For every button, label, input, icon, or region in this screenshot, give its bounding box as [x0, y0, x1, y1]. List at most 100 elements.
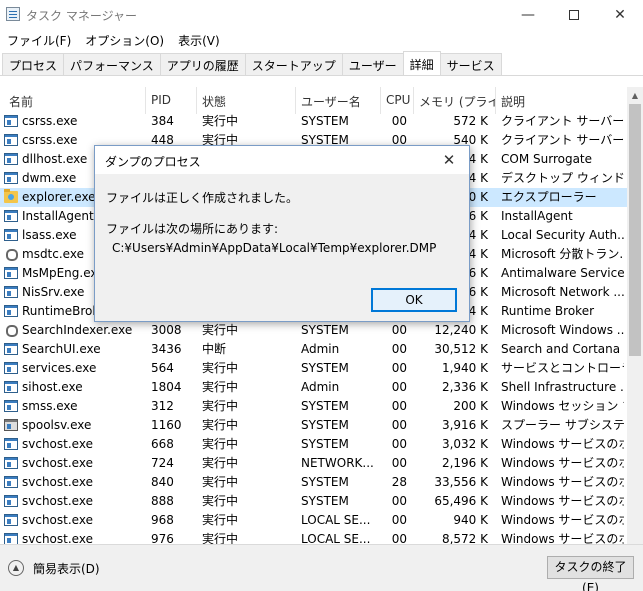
process-name-text: csrss.exe [22, 133, 78, 147]
column-header-pid[interactable]: PID [146, 87, 197, 114]
process-user: NETWORK... [301, 456, 374, 470]
column-header-memory[interactable]: メモリ (プライ... [414, 87, 496, 114]
process-name-text: spoolsv.exe [22, 418, 92, 432]
process-status: 実行中 [202, 380, 239, 394]
table-row[interactable]: services.exe 564 実行中 SYSTEM 00 1,940 K サービスとコン… [0, 359, 627, 378]
table-row[interactable]: SearchIndexer.exe 3008 実行中 SYSTEM 00 12,240 K… [0, 321, 627, 340]
process-user: Admin [301, 342, 340, 356]
table-row[interactable]: smss.exe 312 実行中 SYSTEM 00 200 K Windows セッション… [0, 397, 627, 416]
menu-options[interactable]: オプション(O) [78, 30, 171, 50]
process-description: COM Surrogate [501, 152, 593, 166]
maximize-button[interactable] [551, 0, 597, 30]
process-name: spoolsv.exe [4, 416, 144, 435]
vertical-scrollbar[interactable]: ▲ [627, 87, 643, 544]
column-header-description[interactable]: 説明 [496, 87, 627, 114]
app-icon [4, 210, 18, 222]
chevron-up-icon[interactable]: ▲ [8, 560, 24, 576]
process-name-text: csrss.exe [22, 114, 78, 128]
process-cpu: 00 [391, 456, 407, 470]
tab-details[interactable]: 詳細 [402, 51, 441, 75]
printer-icon [4, 419, 18, 431]
process-description: Microsoft Windows ... [501, 323, 624, 337]
process-description: エクスプローラー [501, 190, 597, 204]
column-header-row: 名前 PID 状態 ユーザー名 CPU メモリ (プライ... 説明 [0, 87, 627, 114]
process-memory: 200 K [453, 399, 488, 413]
table-row[interactable]: sihost.exe 1804 実行中 Admin 00 2,336 K Shell Inf… [0, 378, 627, 397]
process-name-text: services.exe [22, 361, 97, 375]
process-description: サービスとコントローラー ... [501, 361, 624, 375]
tab-bar: プロセス パフォーマンス アプリの履歴 スタートアップ ユーザー 詳細 サービス [0, 51, 643, 76]
process-status: 実行中 [202, 456, 239, 470]
app-icon [4, 267, 18, 279]
process-name: sihost.exe [4, 378, 144, 397]
process-description: Windows サービスのホ... [501, 475, 624, 489]
minimize-button[interactable]: — [505, 0, 551, 30]
process-user: SYSTEM [301, 361, 349, 375]
process-description: デスクトップ ウィンドウ マ... [501, 171, 624, 185]
table-row[interactable]: spoolsv.exe 1160 実行中 SYSTEM 00 3,916 K スプーラー サ… [0, 416, 627, 435]
end-task-button[interactable]: タスクの終了(E) [547, 556, 634, 591]
process-description: クライアント サーバー ラ... [501, 114, 624, 128]
process-status: 実行中 [202, 532, 239, 544]
scrollbar-thumb[interactable] [629, 104, 641, 356]
tab-processes[interactable]: プロセス [2, 53, 65, 75]
dialog-close-button[interactable]: ✕ [435, 148, 463, 172]
app-icon [4, 343, 18, 355]
process-description: Windows サービスのホ... [501, 532, 624, 544]
process-name-text: svchost.exe [22, 513, 93, 527]
table-row[interactable]: svchost.exe 724 実行中 NETWORK... 00 2,196 K Wind… [0, 454, 627, 473]
table-row[interactable]: csrss.exe 384 実行中 SYSTEM 00 572 K クライアント サーバー … [0, 112, 627, 131]
menu-bar: ファイル(F) オプション(O) 表示(V) [0, 30, 227, 50]
process-status: 実行中 [202, 399, 239, 413]
process-memory: 30,512 K [434, 342, 488, 356]
table-row[interactable]: svchost.exe 840 実行中 SYSTEM 28 33,556 K Windows… [0, 473, 627, 492]
process-memory: 572 K [453, 114, 488, 128]
table-row[interactable]: svchost.exe 668 実行中 SYSTEM 00 3,032 K Windows … [0, 435, 627, 454]
footer-bar: ▲ 簡易表示(D) タスクの終了(E) [0, 544, 643, 591]
tab-app-history[interactable]: アプリの履歴 [159, 53, 246, 75]
table-row[interactable]: svchost.exe 888 実行中 SYSTEM 00 65,496 K Windows… [0, 492, 627, 511]
menu-file[interactable]: ファイル(F) [0, 30, 78, 50]
process-cpu: 00 [391, 399, 407, 413]
app-icon [4, 514, 18, 526]
process-memory: 940 K [453, 513, 488, 527]
app-icon [4, 400, 18, 412]
process-pid: 840 [151, 475, 174, 489]
table-row[interactable]: SearchUI.exe 3436 中断 Admin 00 30,512 K Search … [0, 340, 627, 359]
process-cpu: 00 [391, 114, 407, 128]
column-header-name[interactable]: 名前 [4, 87, 146, 114]
tab-services[interactable]: サービス [439, 53, 502, 75]
process-name: services.exe [4, 359, 144, 378]
process-memory: 12,240 K [434, 323, 488, 337]
process-status: 実行中 [202, 513, 239, 527]
ok-button[interactable]: OK [371, 288, 457, 312]
table-row[interactable]: svchost.exe 968 実行中 LOCAL SE... 00 940 K Windo… [0, 511, 627, 530]
process-description: Local Security Auth... [501, 228, 624, 242]
close-button[interactable]: ✕ [597, 0, 643, 30]
process-description: Windows サービスのホ... [501, 456, 624, 470]
process-cpu: 00 [391, 418, 407, 432]
search-icon [4, 248, 18, 261]
tab-startup[interactable]: スタートアップ [244, 53, 343, 75]
tab-users[interactable]: ユーザー [341, 53, 404, 75]
table-row[interactable]: svchost.exe 976 実行中 LOCAL SE... 00 8,572 K Win… [0, 530, 627, 544]
app-icon [4, 286, 18, 298]
tab-performance[interactable]: パフォーマンス [63, 53, 161, 75]
process-name: SearchIndexer.exe [4, 321, 144, 340]
process-cpu: 00 [391, 361, 407, 375]
process-pid: 3436 [151, 342, 182, 356]
dump-process-dialog: ダンプのプロセス ✕ ファイルは正しく作成されました。 ファイルは次の場所にあり… [94, 145, 470, 322]
column-header-user[interactable]: ユーザー名 [296, 87, 381, 114]
scroll-up-arrow-icon[interactable]: ▲ [627, 87, 643, 104]
app-icon [4, 153, 18, 165]
process-pid: 3008 [151, 323, 182, 337]
column-header-status[interactable]: 状態 [197, 87, 296, 114]
column-header-cpu[interactable]: CPU [381, 87, 414, 114]
window-title: タスク マネージャー [26, 9, 137, 23]
fewer-details-link[interactable]: 簡易表示(D) [33, 560, 100, 577]
process-description: Runtime Broker [501, 304, 595, 318]
app-icon [4, 305, 18, 317]
maximize-icon [569, 10, 579, 20]
menu-view[interactable]: 表示(V) [171, 30, 227, 50]
process-description: Windows サービスのホ... [501, 513, 624, 527]
